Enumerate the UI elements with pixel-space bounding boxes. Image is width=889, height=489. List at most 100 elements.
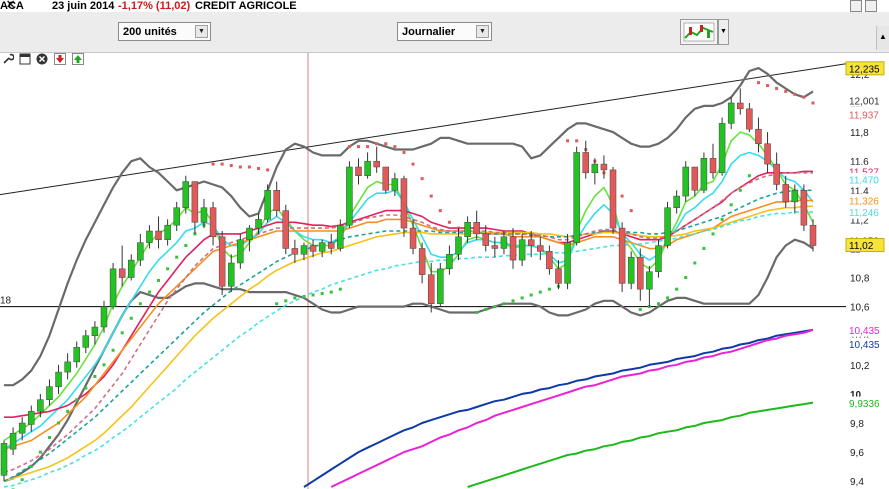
price-label: 10,435 bbox=[846, 323, 884, 337]
down-arrow-icon[interactable] bbox=[54, 53, 66, 65]
sar-point bbox=[375, 142, 379, 146]
sar-point bbox=[393, 145, 397, 149]
candle-up bbox=[646, 271, 653, 290]
sar-point bbox=[429, 194, 433, 198]
candle-up bbox=[0, 443, 8, 476]
candle-down bbox=[691, 166, 699, 191]
candle-up bbox=[109, 268, 117, 307]
quantity-select[interactable]: 200 unités ▼ bbox=[118, 22, 211, 41]
sar-point bbox=[784, 89, 788, 93]
sar-point bbox=[257, 166, 261, 170]
delete-icon[interactable] bbox=[36, 53, 48, 65]
candle-up bbox=[655, 245, 662, 272]
candle-up bbox=[73, 347, 80, 363]
price-label: 10,435 bbox=[846, 337, 884, 351]
candle-up bbox=[246, 227, 253, 240]
sar-point bbox=[411, 162, 415, 166]
price-label-text: 12,235 bbox=[849, 64, 880, 75]
candle-up bbox=[318, 242, 326, 252]
candle-up bbox=[128, 259, 135, 278]
candle-up bbox=[455, 236, 462, 255]
price-label: 11,246 bbox=[846, 205, 884, 219]
candle-down bbox=[737, 102, 744, 110]
sar-point bbox=[420, 177, 424, 181]
sar-point bbox=[157, 278, 161, 282]
candle-down bbox=[746, 108, 753, 130]
candle-down bbox=[546, 251, 553, 270]
y-axis-tick-label: 9,8 bbox=[850, 419, 864, 430]
period-select[interactable]: Journalier ▼ bbox=[397, 22, 492, 41]
sar-point bbox=[284, 299, 288, 303]
chart-type-dropdown[interactable]: ▼ bbox=[718, 19, 729, 45]
scroll-up-arrow-icon[interactable]: ▲ bbox=[876, 26, 889, 50]
sar-point bbox=[747, 174, 751, 178]
candle-up bbox=[500, 236, 508, 249]
up-arrow-icon[interactable] bbox=[72, 53, 84, 65]
window-icon[interactable] bbox=[19, 53, 31, 65]
sar-point bbox=[566, 139, 570, 143]
candle-down bbox=[427, 274, 435, 304]
price-label-text: 10,435 bbox=[849, 326, 880, 337]
date-label: 23 juin 2014 bbox=[52, 0, 115, 12]
sar-point bbox=[756, 81, 760, 85]
wrench-icon[interactable] bbox=[2, 53, 15, 65]
candle-down bbox=[382, 166, 390, 191]
price-chart[interactable]: 18 12,21211,811,611,411,21110,810,610,41… bbox=[0, 53, 889, 489]
sar-point bbox=[802, 95, 806, 99]
candle-down bbox=[400, 178, 408, 229]
candle-up bbox=[146, 230, 153, 243]
chevron-down-icon[interactable]: ▼ bbox=[476, 25, 489, 38]
candle-down bbox=[600, 163, 608, 171]
series-line-ema-cyan-dashed bbox=[3, 211, 813, 488]
minimize-button[interactable] bbox=[850, 0, 862, 12]
symbol-label: ACA bbox=[0, 0, 24, 12]
sar-point bbox=[166, 267, 170, 271]
candle-up bbox=[727, 102, 735, 124]
sar-point bbox=[93, 374, 97, 378]
candle-down bbox=[418, 248, 426, 275]
candle-down bbox=[155, 230, 162, 240]
candle-up bbox=[564, 242, 571, 284]
sar-point bbox=[320, 292, 324, 296]
candle-down bbox=[118, 268, 126, 278]
sar-point bbox=[357, 145, 361, 149]
support-line-label: 18 bbox=[0, 296, 12, 307]
candle-up bbox=[100, 306, 108, 328]
sar-point bbox=[666, 296, 670, 300]
candle-up bbox=[700, 158, 708, 191]
candle-up bbox=[437, 268, 444, 304]
sar-point bbox=[656, 302, 660, 306]
maximize-button[interactable] bbox=[865, 0, 877, 12]
chart-type-button[interactable] bbox=[680, 19, 718, 45]
candle-down bbox=[755, 128, 762, 144]
sar-point bbox=[402, 150, 406, 154]
sar-point bbox=[502, 302, 506, 306]
price-label-text: 9,9336 bbox=[849, 399, 880, 410]
sar-point bbox=[793, 92, 797, 96]
sar-point bbox=[84, 386, 88, 390]
chevron-down-icon[interactable]: ▼ bbox=[195, 25, 208, 38]
price-label-text: 12,001 bbox=[849, 96, 880, 107]
sar-point bbox=[220, 162, 224, 166]
candle-up bbox=[37, 399, 44, 412]
candle-up bbox=[9, 432, 17, 450]
candle-down bbox=[618, 227, 626, 284]
y-axis-tick-label: 10,2 bbox=[850, 361, 870, 372]
candle-up bbox=[137, 242, 144, 261]
toolbar: 200 unités ▼ Journalier ▼ ▼ ▲ bbox=[0, 12, 889, 53]
candle-up bbox=[446, 254, 453, 270]
sar-point bbox=[475, 310, 479, 314]
candle-down bbox=[509, 236, 517, 261]
sar-point bbox=[438, 209, 442, 213]
candle-up bbox=[164, 224, 171, 240]
y-axis-tick-label: 9,4 bbox=[850, 477, 864, 488]
candle-down bbox=[273, 190, 280, 211]
sar-point bbox=[102, 363, 106, 367]
sar-point bbox=[129, 316, 133, 320]
sar-point bbox=[484, 308, 488, 312]
quantity-select-value: 200 unités bbox=[123, 26, 177, 38]
candle-up bbox=[718, 123, 726, 174]
y-axis-tick-label: 9,6 bbox=[850, 448, 864, 459]
price-label-text: 11,937 bbox=[849, 111, 879, 122]
sar-point bbox=[175, 255, 179, 259]
